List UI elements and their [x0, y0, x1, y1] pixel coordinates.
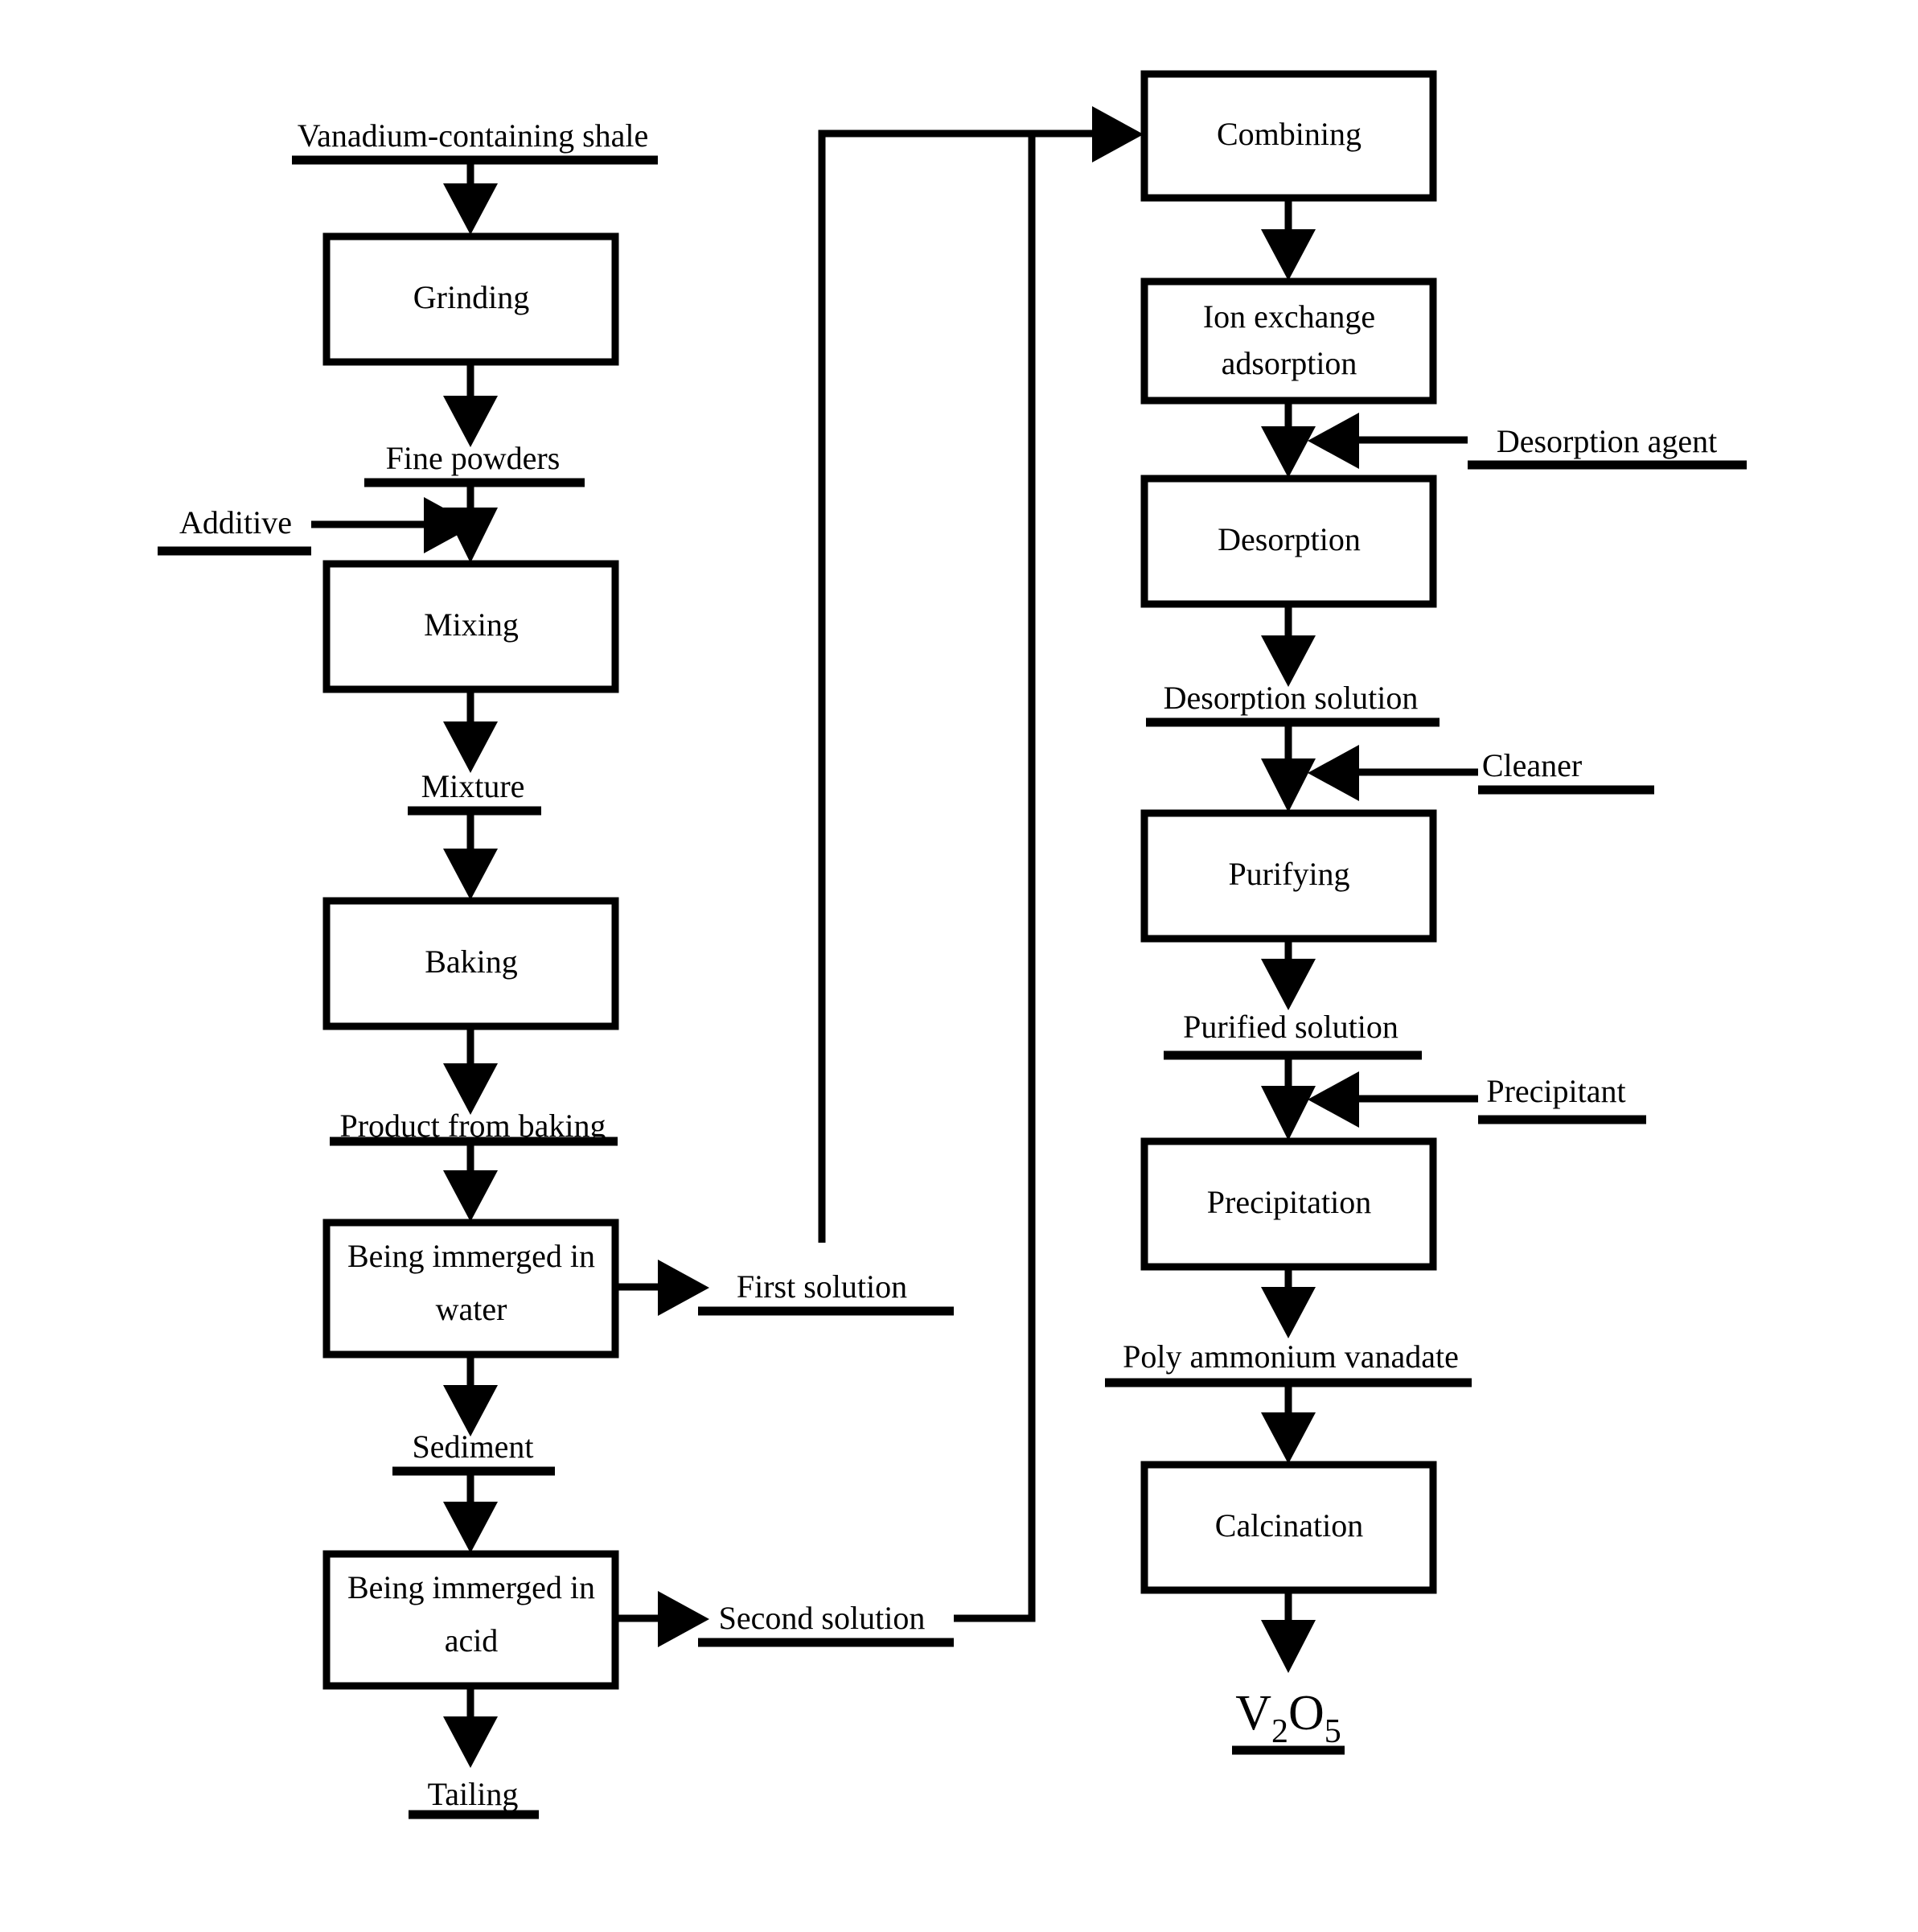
purifying-label: Purifying: [1228, 856, 1349, 892]
arrow-desorption-to-desorption-solution: [1261, 604, 1316, 687]
process-box-calcination[interactable]: Calcination: [1140, 1461, 1437, 1594]
arrow-desorption-agent-to-desorption: [1308, 413, 1468, 469]
immerged-water-label-line1: Being immerged in: [347, 1238, 595, 1274]
desorption-solution-text: Desorption solution: [1164, 680, 1419, 716]
arrow-desorption-solution-to-purifying: [1261, 722, 1316, 812]
label-cleaner: Cleaner: [1478, 747, 1654, 795]
baking-label: Baking: [425, 943, 518, 980]
arrow-mixture-to-baking: [443, 811, 498, 900]
desorption-label: Desorption: [1218, 521, 1361, 557]
label-first-solution: First solution: [698, 1268, 954, 1316]
arrow-product-to-immerged-water: [443, 1141, 498, 1222]
ion-exchange-label-line2: adsorption: [1222, 345, 1357, 381]
label-fine-powders: Fine powders: [364, 440, 585, 487]
label-sediment: Sediment: [392, 1428, 555, 1476]
desorption-agent-text: Desorption agent: [1497, 423, 1717, 459]
process-box-baking[interactable]: Baking: [322, 897, 619, 1030]
process-box-desorption[interactable]: Desorption: [1140, 475, 1437, 608]
v2o5-subscript-2: 2: [1271, 1713, 1288, 1750]
arrow-purifying-to-purified-solution: [1261, 939, 1316, 1010]
label-additive: Additive: [158, 504, 311, 556]
arrow-immerged-acid-to-second-solution: [615, 1591, 709, 1647]
precipitant-text: Precipitant: [1486, 1073, 1625, 1109]
immerged-acid-label-line1: Being immerged in: [347, 1569, 595, 1605]
process-box-grinding[interactable]: Grinding: [322, 232, 619, 366]
arrow-cleaner-to-purifying: [1308, 745, 1478, 801]
cleaner-text: Cleaner: [1482, 747, 1582, 783]
arrow-baking-to-product: [443, 1026, 498, 1115]
process-flow-diagram: Vanadium-containing shale Grinding Fine …: [158, 70, 1747, 1819]
label-second-solution: Second solution: [698, 1600, 954, 1647]
additive-text: Additive: [179, 504, 292, 541]
arrow-precipitation-to-poly-ammonium-vanadate: [1261, 1267, 1316, 1338]
process-box-combining[interactable]: Combining: [1140, 70, 1437, 202]
label-desorption-solution: Desorption solution: [1146, 680, 1440, 727]
vanadium-containing-shale-text: Vanadium-containing shale: [298, 117, 649, 154]
second-solution-text: Second solution: [719, 1600, 926, 1636]
label-product-from-baking: Product from baking: [330, 1108, 618, 1146]
purified-solution-text: Purified solution: [1183, 1009, 1398, 1045]
arrow-sediment-to-immerged-acid: [443, 1471, 498, 1553]
first-solution-text: First solution: [737, 1268, 907, 1305]
immerged-water-label-line2: water: [436, 1291, 507, 1327]
process-box-precipitation[interactable]: Precipitation: [1140, 1137, 1437, 1271]
label-purified-solution: Purified solution: [1164, 1009, 1422, 1060]
arrow-immerged-acid-to-tailing: [443, 1686, 498, 1768]
label-desorption-agent: Desorption agent: [1468, 423, 1747, 470]
flowchart-canvas: Vanadium-containing shale Grinding Fine …: [0, 0, 1918, 1932]
process-box-immerged-in-acid[interactable]: Being immerged in acid: [322, 1550, 619, 1690]
v2o5-formula: V2O5: [1235, 1686, 1341, 1750]
feeder-first-solution-to-combining: [818, 129, 1032, 1243]
arrow-fine-powders-to-mixing: [443, 483, 498, 563]
arrow-calcination-to-v2o5: [1261, 1590, 1316, 1673]
process-box-immerged-in-water[interactable]: Being immerged in water: [322, 1219, 619, 1359]
label-mixture: Mixture: [408, 768, 541, 816]
immerged-acid-label-line2: acid: [445, 1622, 499, 1659]
grinding-label: Grinding: [413, 279, 529, 315]
arrow-grinding-to-fine-powders: [443, 362, 498, 447]
arrow-ion-exchange-to-desorption: [1261, 401, 1316, 478]
process-box-purifying[interactable]: Purifying: [1140, 809, 1437, 943]
feeder-second-solution-to-combining: [954, 134, 1036, 1622]
mixing-label: Mixing: [424, 606, 519, 643]
precipitation-label: Precipitation: [1207, 1184, 1371, 1220]
arrow-precipitant-to-precipitation: [1308, 1071, 1478, 1128]
ion-exchange-label-line1: Ion exchange: [1203, 298, 1375, 335]
v2o5-element-v: V: [1235, 1686, 1271, 1741]
process-box-mixing[interactable]: Mixing: [322, 560, 619, 693]
poly-ammonium-vanadate-text: Poly ammonium vanadate: [1123, 1338, 1459, 1375]
label-vanadium-containing-shale: Vanadium-containing shale: [292, 117, 658, 165]
process-box-ion-exchange-adsorption[interactable]: Ion exchange adsorption: [1140, 277, 1437, 405]
label-poly-ammonium-vanadate: Poly ammonium vanadate: [1105, 1338, 1472, 1387]
sediment-text: Sediment: [412, 1428, 533, 1465]
arrow-immerged-water-to-first-solution: [615, 1260, 709, 1316]
arrow-purified-solution-to-precipitation: [1261, 1055, 1316, 1141]
arrow-poly-ammonium-vanadate-to-calcination: [1261, 1383, 1316, 1464]
label-v2o5-final-product: V2O5: [1232, 1686, 1345, 1755]
combining-label: Combining: [1217, 116, 1361, 152]
label-tailing: Tailing: [409, 1776, 539, 1819]
arrow-immerged-water-to-sediment: [443, 1354, 498, 1437]
v2o5-element-o: O: [1288, 1686, 1325, 1741]
arrow-shale-to-grinding: [443, 160, 498, 235]
tailing-text: Tailing: [428, 1776, 519, 1812]
arrow-combining-to-ion-exchange: [1261, 198, 1316, 281]
fine-powders-text: Fine powders: [386, 440, 561, 476]
arrow-mixing-to-mixture: [443, 689, 498, 773]
calcination-label: Calcination: [1215, 1507, 1363, 1544]
mixture-text: Mixture: [421, 768, 525, 804]
arrow-feeders-to-combining: [1032, 106, 1144, 162]
v2o5-subscript-5: 5: [1325, 1713, 1341, 1750]
label-precipitant: Precipitant: [1478, 1073, 1646, 1124]
arrow-additive-to-mixing: [311, 497, 475, 553]
